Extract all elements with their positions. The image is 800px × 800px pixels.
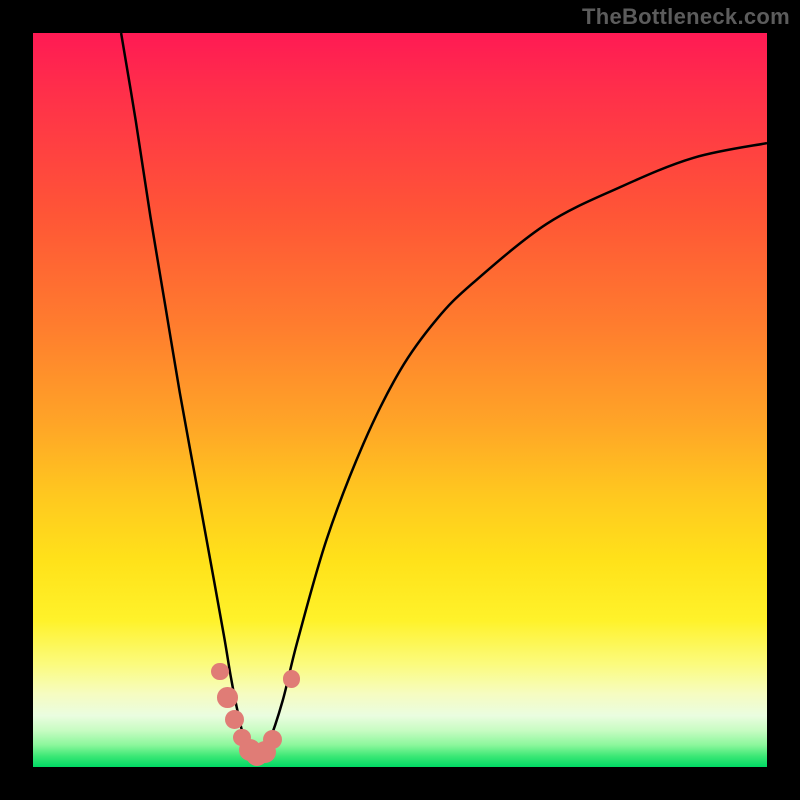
plot-area [33, 33, 767, 767]
bottleneck-curve [33, 33, 767, 767]
curve-path [121, 33, 767, 757]
data-marker [217, 687, 238, 708]
data-marker [263, 730, 282, 749]
watermark-text: TheBottleneck.com [582, 4, 790, 30]
data-marker [283, 670, 301, 688]
chart-frame: TheBottleneck.com [0, 0, 800, 800]
